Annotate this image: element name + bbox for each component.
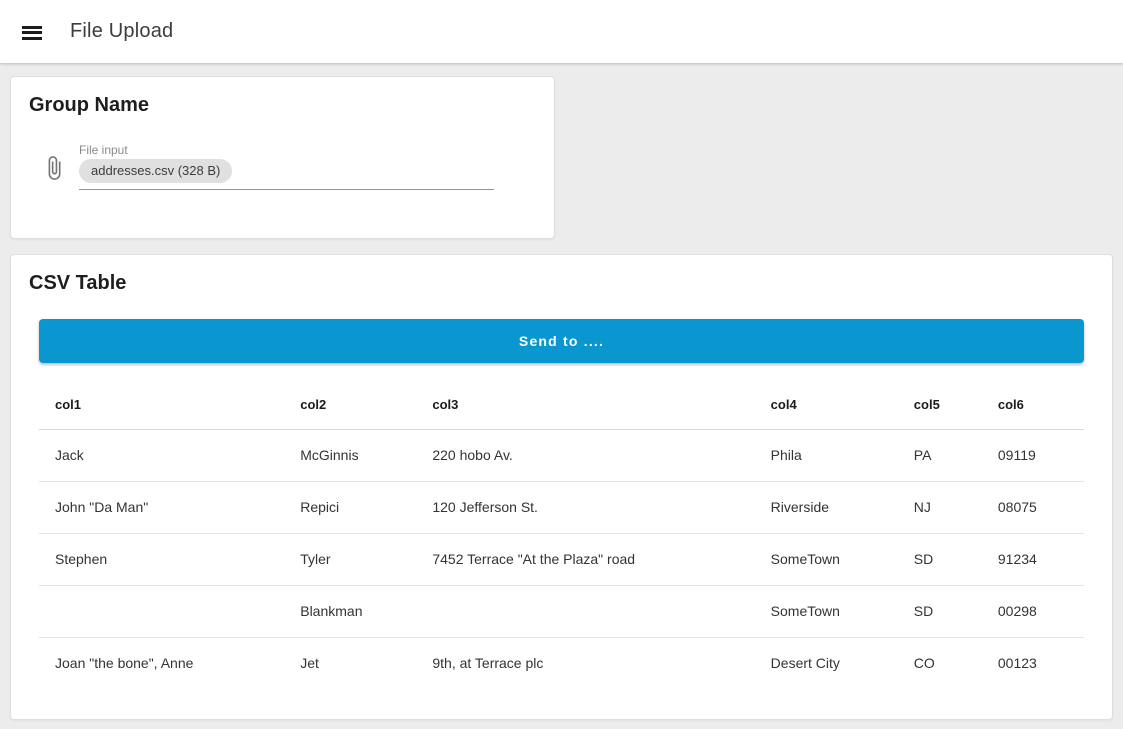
column-header: col1 [39, 381, 284, 429]
table-cell: 220 hobo Av. [416, 429, 754, 481]
table-cell [416, 585, 754, 637]
paperclip-icon[interactable] [41, 155, 65, 190]
table-row: Joan "the bone", Anne Jet 9th, at Terrac… [39, 637, 1084, 689]
app-bar: File Upload [0, 0, 1123, 63]
table-cell: Riverside [755, 481, 898, 533]
table-cell: 09119 [982, 429, 1084, 481]
table-cell: John "Da Man" [39, 481, 284, 533]
column-header: col5 [898, 381, 982, 429]
column-header: col2 [284, 381, 416, 429]
table-cell: 08075 [982, 481, 1084, 533]
table-cell: McGinnis [284, 429, 416, 481]
file-input-label: File input [79, 143, 494, 157]
table-cell: Joan "the bone", Anne [39, 637, 284, 689]
table-row: Stephen Tyler 7452 Terrace "At the Plaza… [39, 533, 1084, 585]
table-cell: Phila [755, 429, 898, 481]
table-cell: 00298 [982, 585, 1084, 637]
hamburger-menu-icon[interactable] [22, 26, 42, 40]
table-row: John "Da Man" Repici 120 Jefferson St. R… [39, 481, 1084, 533]
csv-table-card-title: CSV Table [29, 271, 1096, 295]
csv-table-card: CSV Table Send to .... col1 col2 col3 co… [10, 254, 1113, 720]
table-cell: SD [898, 533, 982, 585]
table-cell: CO [898, 637, 982, 689]
table-row: Blankman SomeTown SD 00298 [39, 585, 1084, 637]
table-cell: Jack [39, 429, 284, 481]
column-header: col6 [982, 381, 1084, 429]
table-cell: SD [898, 585, 982, 637]
send-button-wrap: Send to .... [39, 319, 1084, 363]
table-cell: Jet [284, 637, 416, 689]
column-header: col3 [416, 381, 754, 429]
table-cell: Desert City [755, 637, 898, 689]
table-row: Jack McGinnis 220 hobo Av. Phila PA 0911… [39, 429, 1084, 481]
csv-table: col1 col2 col3 col4 col5 col6 Jack McGin… [39, 381, 1084, 689]
table-cell: 9th, at Terrace plc [416, 637, 754, 689]
table-cell: 120 Jefferson St. [416, 481, 754, 533]
main-content: Group Name File input addresses.csv (328… [0, 63, 1123, 720]
table-cell: Tyler [284, 533, 416, 585]
file-input: File input addresses.csv (328 B) [41, 143, 538, 190]
table-header-row: col1 col2 col3 col4 col5 col6 [39, 381, 1084, 429]
table-cell: PA [898, 429, 982, 481]
table-cell: Stephen [39, 533, 284, 585]
page-title: File Upload [70, 20, 173, 43]
table-cell: Repici [284, 481, 416, 533]
table-cell: 00123 [982, 637, 1084, 689]
table-cell: SomeTown [755, 585, 898, 637]
column-header: col4 [755, 381, 898, 429]
send-button[interactable]: Send to .... [39, 319, 1084, 363]
file-chip[interactable]: addresses.csv (328 B) [79, 159, 232, 183]
group-name-card: Group Name File input addresses.csv (328… [10, 76, 555, 239]
table-cell [39, 585, 284, 637]
table-cell: NJ [898, 481, 982, 533]
table-cell: SomeTown [755, 533, 898, 585]
table-cell: Blankman [284, 585, 416, 637]
file-input-field[interactable]: File input addresses.csv (328 B) [79, 143, 494, 190]
csv-table-wrap: col1 col2 col3 col4 col5 col6 Jack McGin… [39, 381, 1084, 689]
group-name-card-title: Group Name [29, 93, 538, 117]
table-cell: 91234 [982, 533, 1084, 585]
table-cell: 7452 Terrace "At the Plaza" road [416, 533, 754, 585]
